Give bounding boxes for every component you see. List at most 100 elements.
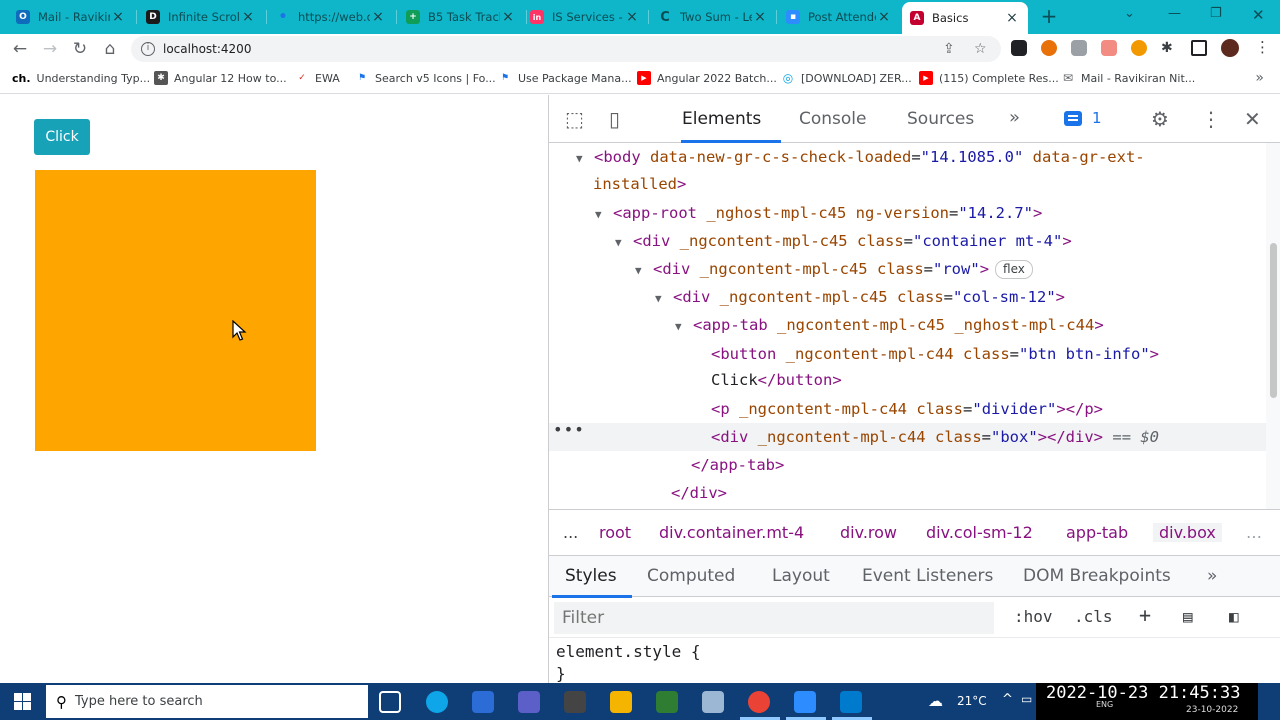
avatar[interactable] xyxy=(1221,39,1239,57)
tab-mail[interactable]: O Mail - Ravikir × xyxy=(8,4,134,30)
bookmark-item[interactable]: ✉ Mail - Ravikiran Nit... xyxy=(1061,71,1195,85)
close-icon[interactable]: × xyxy=(110,9,126,25)
breadcrumb-container[interactable]: div.container.mt-4 xyxy=(659,523,804,542)
address-bar[interactable]: i localhost:4200 ⇪ ☆ xyxy=(131,36,1001,62)
tab-styles[interactable]: Styles xyxy=(565,566,617,586)
gear-icon[interactable]: ⚙ xyxy=(1151,107,1169,131)
bookmark-item[interactable]: ▶ (115) Complete Res... xyxy=(919,71,1059,85)
star-icon[interactable]: ☆ xyxy=(974,41,987,57)
more-tabs-icon[interactable]: » xyxy=(1009,107,1020,128)
back-arrow-icon[interactable]: ← xyxy=(9,39,31,61)
hover-state-toggle[interactable]: :hov xyxy=(1014,607,1053,626)
breadcrumb-more[interactable]: ... xyxy=(563,523,578,542)
close-icon[interactable]: × xyxy=(500,9,516,25)
tab-basics[interactable]: A Basics × xyxy=(902,2,1028,34)
dom-node-div-close[interactable]: </div> xyxy=(549,479,1267,507)
triangle-down-icon[interactable]: ▼ xyxy=(595,201,613,229)
folder-icon[interactable] xyxy=(610,691,632,713)
temperature[interactable]: 21°C xyxy=(957,694,987,708)
plus-icon[interactable]: + xyxy=(1139,603,1151,627)
dom-node-box-selected[interactable]: <div _ngcontent-mpl-c44 class="box"></di… xyxy=(549,423,1267,451)
breadcrumb-app-tab[interactable]: app-tab xyxy=(1066,523,1128,542)
clock[interactable]: 2022-10-23 21:45:33 ENG 23-10-2022 xyxy=(1036,683,1258,720)
inspect-element-icon[interactable]: ⬚ xyxy=(565,107,584,131)
camera-icon[interactable] xyxy=(1071,40,1087,56)
breadcrumb-col[interactable]: div.col-sm-12 xyxy=(926,523,1033,542)
edge-icon[interactable] xyxy=(426,691,448,713)
network-icon[interactable]: ▭ xyxy=(1021,692,1032,706)
click-button[interactable]: Click xyxy=(34,119,90,155)
minimize-icon[interactable]: — xyxy=(1168,6,1181,21)
triangle-down-icon[interactable]: ▼ xyxy=(655,285,673,313)
home-icon[interactable]: ⌂ xyxy=(99,39,121,61)
close-icon[interactable]: × xyxy=(370,9,386,25)
tab-computed[interactable]: Computed xyxy=(647,566,735,586)
tab-is-services[interactable]: in IS Services - T × xyxy=(522,4,648,30)
tab-layout[interactable]: Layout xyxy=(772,566,830,586)
teams-icon[interactable] xyxy=(518,691,540,713)
bookmark-item[interactable]: ch. Understanding Typ... xyxy=(12,71,150,85)
triangle-down-icon[interactable]: ▼ xyxy=(576,145,594,173)
bookmark-item[interactable]: ✱ Angular 12 How to... xyxy=(154,71,287,85)
close-icon[interactable]: × xyxy=(1004,10,1020,26)
ellipsis-icon[interactable]: ••• xyxy=(553,420,585,439)
issues-badge[interactable]: 1 xyxy=(1064,105,1102,131)
forward-arrow-icon[interactable]: → xyxy=(39,39,61,61)
bookmark-item[interactable]: ✓ EWA xyxy=(295,71,340,85)
tab-task-tracker[interactable]: + B5 Task Track × xyxy=(398,4,524,30)
color-picker-icon[interactable] xyxy=(1041,40,1057,56)
tab-two-sum[interactable]: C Two Sum - Le × xyxy=(650,4,776,30)
bookmark-item[interactable]: ▶ Angular 2022 Batch... xyxy=(637,71,777,85)
tab-dom-breakpoints[interactable]: DOM Breakpoints xyxy=(1023,566,1171,586)
bookmark-item[interactable]: ⚑ Search v5 Icons | Fo... xyxy=(355,71,496,85)
scrollbar-thumb[interactable] xyxy=(1270,243,1277,398)
chevron-up-icon[interactable]: ^ xyxy=(1002,692,1013,707)
dom-node-col[interactable]: ▼ <div _ngcontent-mpl-c45 class="col-sm-1… xyxy=(549,283,1267,311)
dom-node-row[interactable]: ▼ <div _ngcontent-mpl-c45 class="row"> fle… xyxy=(549,255,1267,283)
element-style-rule[interactable]: element.style { xyxy=(556,642,701,661)
share-icon[interactable]: ⇪ xyxy=(943,41,955,57)
close-icon[interactable]: × xyxy=(240,9,256,25)
sidebar-icon[interactable] xyxy=(1191,40,1207,56)
close-icon[interactable]: × xyxy=(876,9,892,25)
tab-console[interactable]: Console xyxy=(799,109,867,129)
restore-icon[interactable]: ❐ xyxy=(1210,6,1222,21)
more-tabs-icon[interactable]: » xyxy=(1207,566,1217,586)
extension-icon[interactable] xyxy=(1011,40,1027,56)
bookmark-item[interactable]: ⚑ Use Package Mana... xyxy=(498,71,632,85)
close-icon[interactable]: ✕ xyxy=(1244,107,1261,131)
chrome-icon[interactable] xyxy=(748,691,770,713)
device-toolbar-icon[interactable]: ▯ xyxy=(609,107,620,131)
dom-node-p[interactable]: <p _ngcontent-mpl-c44 class="divider"></… xyxy=(549,395,1267,423)
store-icon[interactable] xyxy=(472,691,494,713)
triangle-down-icon[interactable]: ▼ xyxy=(615,229,633,257)
vscode-icon[interactable] xyxy=(840,691,862,713)
taskbar-search[interactable]: ⚲ Type here to search xyxy=(46,685,368,718)
kebab-menu-icon[interactable]: ⋮ xyxy=(1201,107,1221,131)
dom-scrollbar[interactable] xyxy=(1266,143,1280,509)
url-text[interactable]: localhost:4200 xyxy=(163,42,251,56)
dom-node-app-root[interactable]: ▼ <app-root _nghost-mpl-c45 ng-version="1… xyxy=(549,199,1267,227)
windows-start-icon[interactable] xyxy=(14,693,31,710)
tab-event-listeners[interactable]: Event Listeners xyxy=(862,566,993,586)
info-icon[interactable]: i xyxy=(141,42,155,56)
paint-brush-icon[interactable]: ▤ xyxy=(1183,607,1193,626)
dom-node-app-tab[interactable]: ▼ <app-tab _ngcontent-mpl-c45 _nghost-mpl… xyxy=(549,311,1267,339)
dom-node-button[interactable]: <button _ngcontent-mpl-c44 class="btn bt… xyxy=(549,340,1267,368)
breadcrumb-box[interactable]: div.box xyxy=(1153,523,1222,542)
dom-node-app-tab-close[interactable]: </app-tab> xyxy=(549,451,1267,479)
chevron-down-icon[interactable]: ⌄ xyxy=(1124,6,1135,21)
zoom-icon[interactable] xyxy=(794,691,816,713)
window-close-icon[interactable]: ✕ xyxy=(1252,6,1265,24)
filter-input[interactable] xyxy=(554,602,994,634)
flex-badge[interactable]: flex xyxy=(995,260,1033,279)
tab-web[interactable]: • https://web.d × xyxy=(268,4,394,30)
new-tab-icon[interactable]: + xyxy=(1039,5,1059,27)
bookmark-item[interactable]: ◎ [DOWNLOAD] ZER... xyxy=(781,71,912,85)
notepad-icon[interactable] xyxy=(702,691,724,713)
weather-icon[interactable]: ☁ xyxy=(928,692,943,710)
dom-node-body[interactable]: ▼ <body data-new-gr-c-s-check-loaded="14.… xyxy=(549,143,1267,171)
extension-icon[interactable] xyxy=(1101,40,1117,56)
app-icon[interactable] xyxy=(564,691,586,713)
chevron-double-right-icon[interactable]: » xyxy=(1255,70,1264,86)
